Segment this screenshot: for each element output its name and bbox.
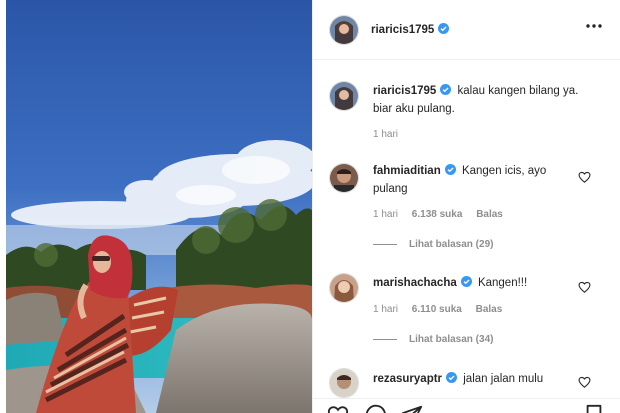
comment-body-line-1: Kangen icis, ayo xyxy=(461,165,547,177)
commenter-avatar[interactable] xyxy=(329,368,359,398)
comment-username[interactable]: fahmiaditian xyxy=(373,165,441,177)
comment-meta: 1 hari 6.138 suka Balas xyxy=(373,209,514,220)
verified-badge-icon xyxy=(446,372,458,383)
more-options-icon[interactable] xyxy=(585,21,603,31)
post-action-bar xyxy=(313,398,620,413)
view-replies-label: Lihat balasan (29) xyxy=(409,239,494,250)
commenter-avatar[interactable] xyxy=(329,273,359,303)
like-comment-heart-icon[interactable] xyxy=(578,281,591,293)
reply-button[interactable]: Balas xyxy=(476,209,503,220)
like-comment-heart-icon[interactable] xyxy=(578,376,591,388)
verified-badge-icon xyxy=(440,84,452,95)
like-comment-heart-icon[interactable] xyxy=(578,171,591,183)
view-replies-button[interactable]: Lihat balasan (34) xyxy=(373,334,493,345)
post-photo[interactable] xyxy=(6,0,312,413)
comment-meta: 1 hari 6.110 suka Balas xyxy=(373,304,513,315)
caption-line-1: kalau kangen bilang ya. xyxy=(457,85,579,97)
comment-text: rezasuryaptr jalan jalan mulu xyxy=(373,370,573,388)
author-name-block: riaricis1795 xyxy=(371,23,450,36)
commenter-avatar[interactable] xyxy=(329,163,359,193)
verified-badge-icon xyxy=(438,23,450,34)
avatar-image xyxy=(330,369,358,397)
comment-time[interactable]: 1 hari xyxy=(373,304,398,315)
comment-likes[interactable]: 6.138 suka xyxy=(412,209,463,220)
caption-line-2: biar aku pulang. xyxy=(373,103,455,115)
avatar-image xyxy=(330,274,358,302)
avatar-image xyxy=(330,164,358,192)
heart-icon[interactable] xyxy=(327,404,349,413)
share-icon[interactable] xyxy=(401,404,423,413)
verified-badge-icon xyxy=(460,276,472,287)
view-replies-label: Lihat balasan (34) xyxy=(409,334,494,345)
reply-button[interactable]: Balas xyxy=(476,304,503,315)
caption-text: riaricis1795 kalau kangen bilang ya. bia… xyxy=(373,82,603,118)
comment-body-line-1: Kangen!!! xyxy=(477,277,528,289)
caption-meta: 1 hari xyxy=(373,129,409,140)
caption-time[interactable]: 1 hari xyxy=(373,129,398,140)
author-username[interactable]: riaricis1795 xyxy=(371,24,434,36)
verified-badge-icon xyxy=(444,164,456,175)
comment-likes[interactable]: 6.110 suka xyxy=(412,304,462,315)
replies-divider-line xyxy=(373,338,397,340)
comment-body-line-2: pulang xyxy=(373,183,408,195)
beach-woman-photo xyxy=(6,0,312,413)
avatar-image xyxy=(330,16,358,44)
comment-time[interactable]: 1 hari xyxy=(373,209,398,220)
comment-text: marishachacha Kangen!!! xyxy=(373,274,573,292)
caption-avatar[interactable] xyxy=(329,81,359,111)
comment-username[interactable]: rezasuryaptr xyxy=(373,373,442,385)
comment-body-line-1: jalan jalan mulu xyxy=(463,373,544,385)
post-details-pane: riaricis1795 riaricis1795 kalau kangen b… xyxy=(312,0,620,413)
author-avatar[interactable] xyxy=(329,15,359,45)
avatar-image xyxy=(330,82,358,110)
comment-username[interactable]: marishachacha xyxy=(373,277,457,289)
replies-divider-line xyxy=(373,243,397,245)
comment-icon[interactable] xyxy=(365,404,387,413)
comment-text: fahmiaditian Kangen icis, ayo pulang xyxy=(373,162,573,198)
post-header: riaricis1795 xyxy=(313,0,620,60)
caption-username[interactable]: riaricis1795 xyxy=(373,85,436,97)
instagram-post: riaricis1795 riaricis1795 kalau kangen b… xyxy=(0,0,620,413)
view-replies-button[interactable]: Lihat balasan (29) xyxy=(373,239,493,250)
bookmark-icon[interactable] xyxy=(583,404,605,413)
